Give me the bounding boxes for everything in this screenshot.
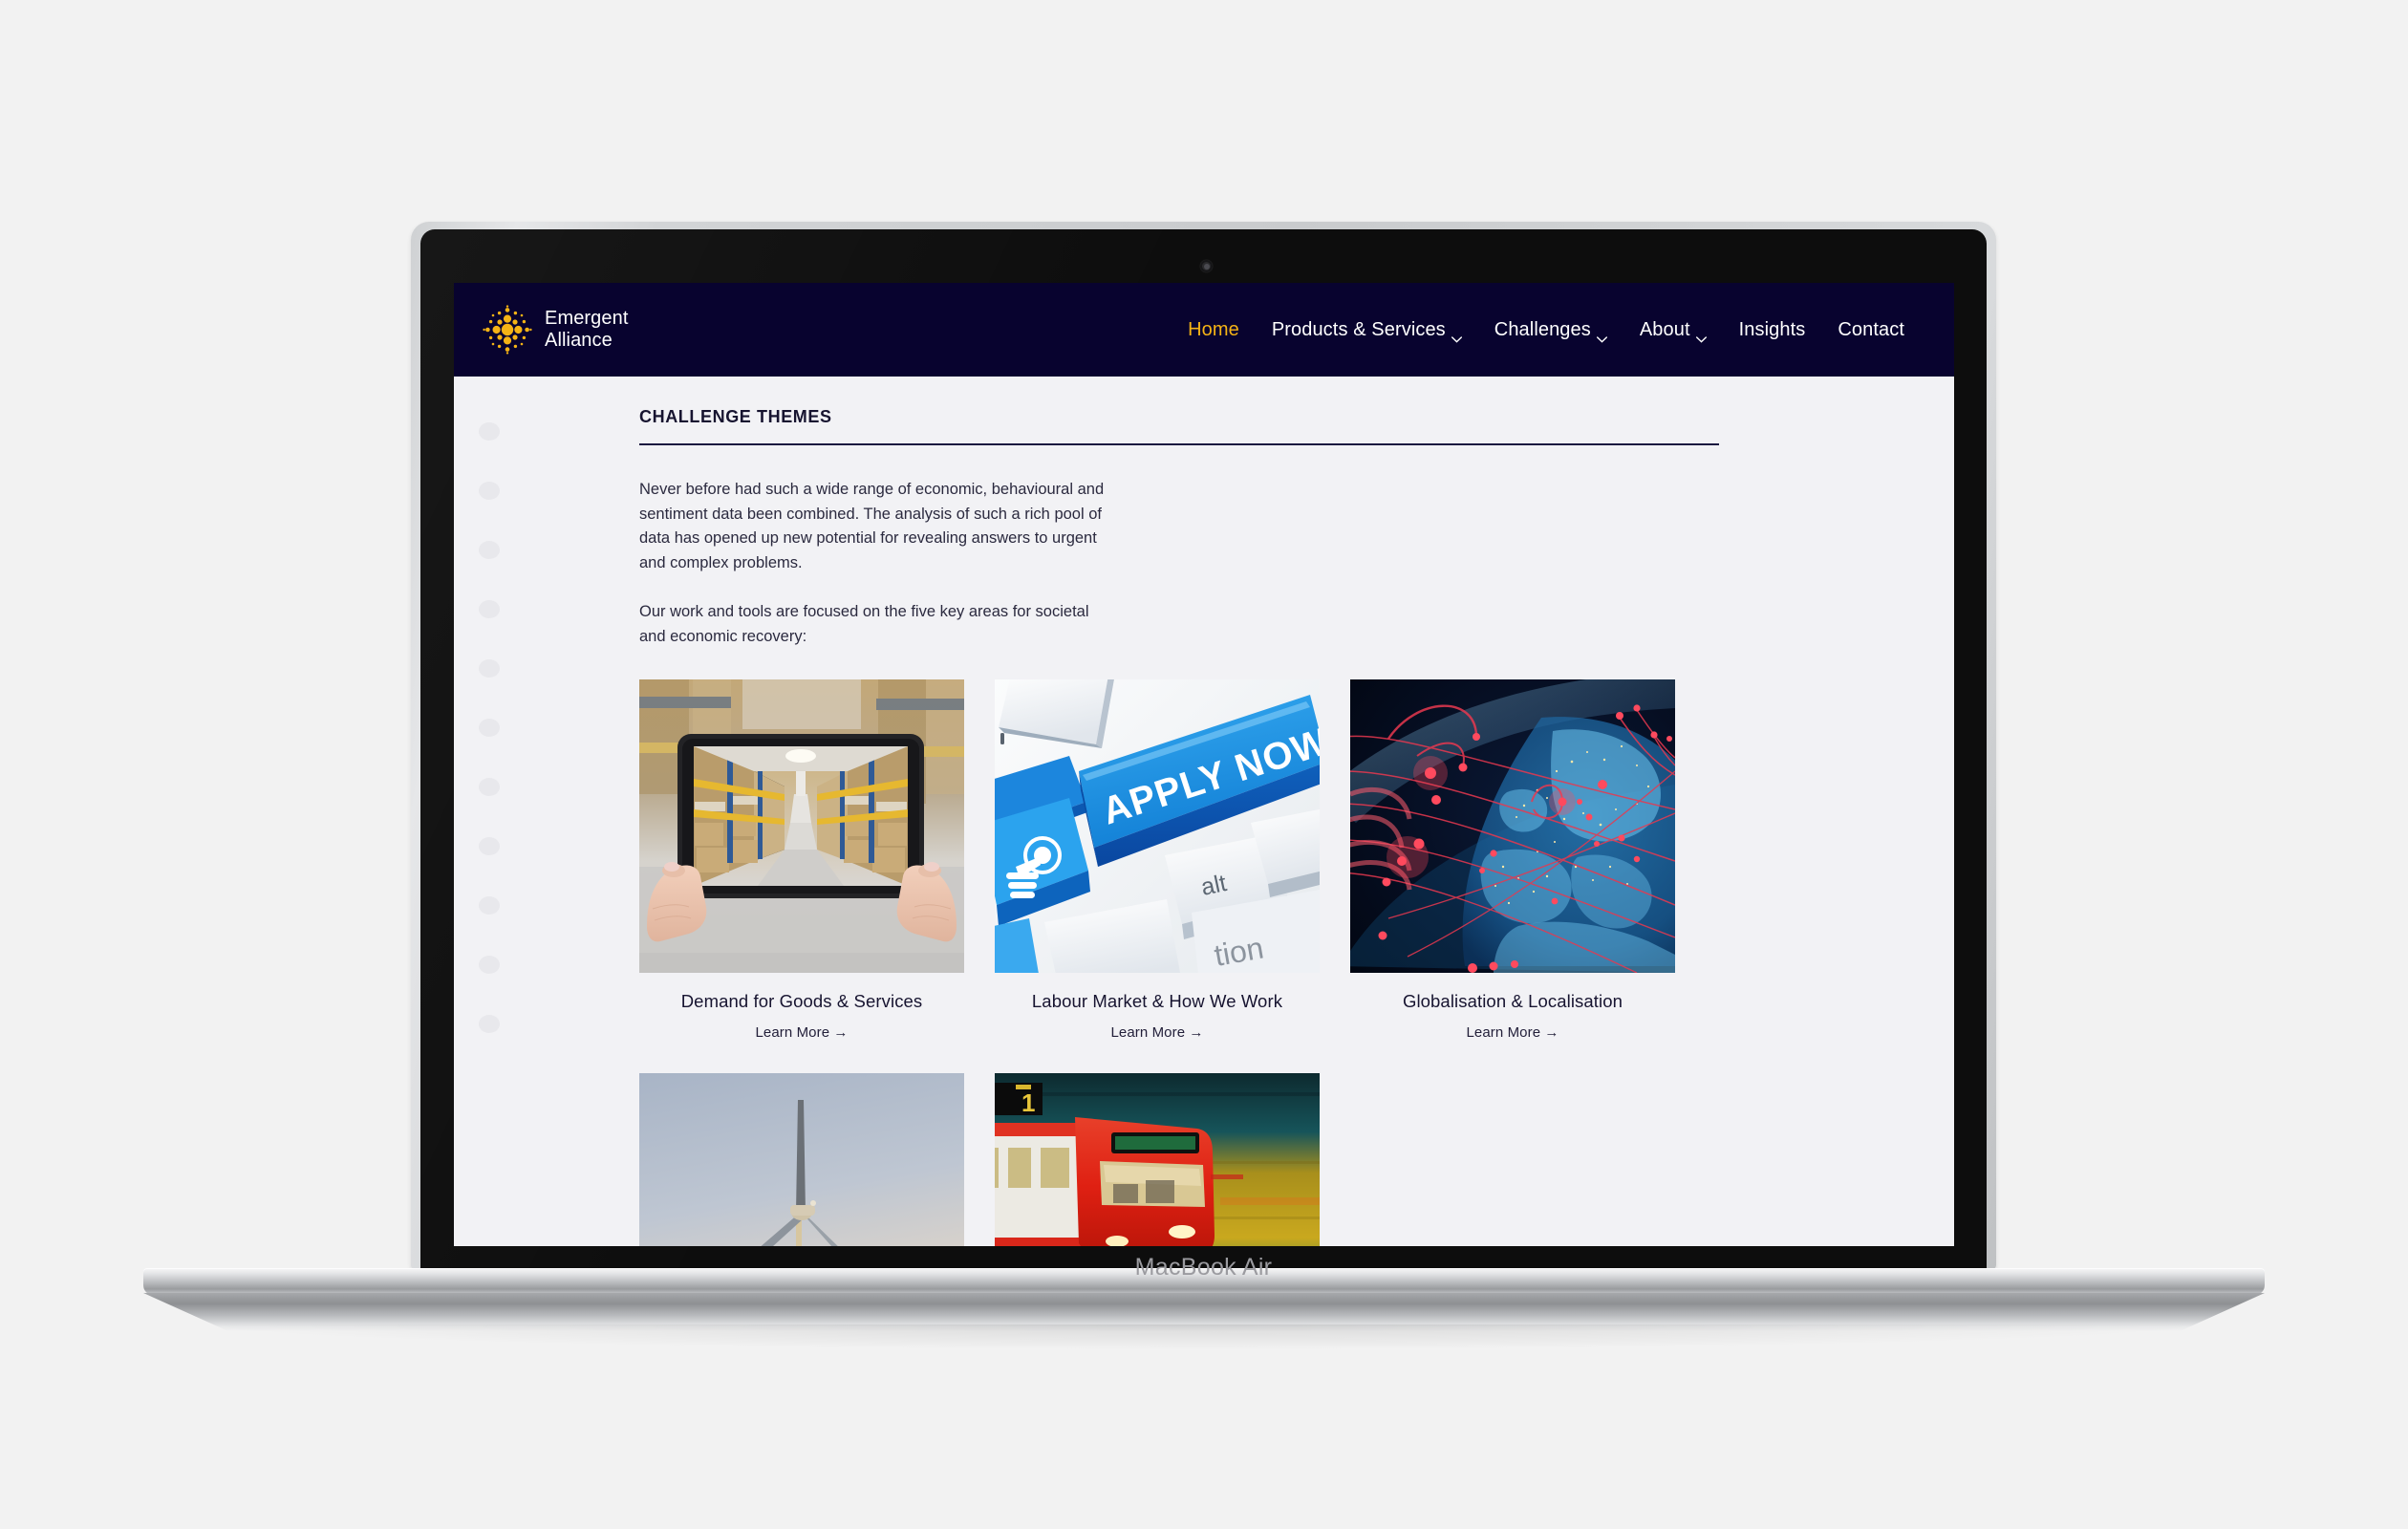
chevron-down-icon — [1695, 327, 1707, 343]
nav-item-contact[interactable]: Contact — [1838, 319, 1904, 341]
radial-dots-logo-icon — [483, 305, 532, 355]
intro-paragraph: Never before had such a wide range of ec… — [639, 481, 1105, 571]
decorative-dot — [479, 778, 500, 796]
nav-item-label: Insights — [1738, 318, 1806, 340]
device-model-label: MacBook Air — [1134, 1254, 1273, 1281]
nav-item-label: About — [1639, 318, 1690, 340]
browser-viewport: Emergent Alliance Home Products & Servic… — [454, 283, 1954, 1246]
decorative-dot-column — [479, 422, 500, 1033]
theme-card[interactable]: Globalisation & Localisation Learn More … — [1350, 679, 1675, 1041]
laptop-drop-shadow — [220, 1324, 2188, 1349]
svg-text:1: 1 — [1021, 1088, 1035, 1117]
decorative-dot — [479, 659, 500, 678]
title-divider — [639, 443, 1719, 445]
brand-logo-link[interactable]: Emergent Alliance — [483, 305, 629, 355]
decorative-dot — [479, 422, 500, 441]
decorative-dot — [479, 482, 500, 500]
decorative-dot — [479, 956, 500, 974]
nav-item-challenges[interactable]: Challenges — [1494, 318, 1607, 343]
theme-card[interactable]: APPLY NOW alt tion Labour Market & How W… — [995, 679, 1320, 1041]
red-tram-motion-blur-photo[interactable]: 1 — [995, 1073, 1320, 1246]
intro-paragraph: Our work and tools are focused on the fi… — [639, 603, 1089, 645]
macbook-mockup: MacBook Air Emergent Alliance Home Produ… — [0, 0, 2408, 1529]
webcam-icon — [1200, 260, 1213, 272]
tablet-warehouse-aisle-photo[interactable] — [639, 679, 964, 973]
decorative-dot — [479, 719, 500, 737]
nav-item-about[interactable]: About — [1639, 318, 1707, 343]
chevron-down-icon — [1596, 327, 1607, 343]
decorative-dot — [479, 837, 500, 855]
decorative-dot — [479, 1015, 500, 1033]
page-title: CHALLENGE THEMES — [639, 407, 832, 426]
theme-card[interactable]: 1 — [995, 1073, 1320, 1246]
learn-more-link[interactable]: Learn More → — [1350, 1024, 1675, 1041]
nav-item-products-and-services[interactable]: Products & Services — [1271, 318, 1462, 343]
learn-more-link[interactable]: Learn More → — [995, 1024, 1320, 1041]
page-content: CHALLENGE THEMES Never before had such a… — [454, 377, 1954, 1246]
theme-card-title: Demand for Goods & Services — [680, 991, 923, 1011]
nav-item-home[interactable]: Home — [1188, 319, 1239, 341]
intro-text-block: Never before had such a wide range of ec… — [635, 478, 1113, 649]
brand-name: Emergent Alliance — [545, 307, 629, 351]
challenge-theme-grid: Demand for Goods & Services Learn More → — [639, 679, 1773, 1246]
nav-item-label: Contact — [1838, 318, 1904, 340]
nav-item-label: Home — [1188, 318, 1239, 340]
learn-more-link[interactable]: Learn More → — [639, 1024, 964, 1041]
decorative-dot — [479, 541, 500, 559]
theme-card[interactable]: Demand for Goods & Services Learn More → — [639, 679, 964, 1041]
decorative-dot — [479, 600, 500, 618]
theme-card-title: Globalisation & Localisation — [1402, 991, 1623, 1011]
wind-turbine-sky-photo[interactable] — [639, 1073, 964, 1246]
theme-card[interactable] — [639, 1073, 964, 1246]
globe-network-connections-photo[interactable] — [1350, 679, 1675, 973]
main-navigation: Home Products & Services Challenges Abou… — [1188, 318, 1904, 343]
nav-item-label: Challenges — [1494, 318, 1591, 340]
nav-item-label: Products & Services — [1271, 318, 1446, 340]
chevron-down-icon — [1451, 327, 1462, 343]
keyboard-apply-now-key-photo[interactable]: APPLY NOW alt tion — [995, 679, 1320, 973]
site-header: Emergent Alliance Home Products & Servic… — [454, 283, 1954, 377]
theme-card-title: Labour Market & How We Work — [1031, 991, 1283, 1011]
decorative-dot — [479, 896, 500, 915]
nav-item-insights[interactable]: Insights — [1739, 319, 1806, 341]
